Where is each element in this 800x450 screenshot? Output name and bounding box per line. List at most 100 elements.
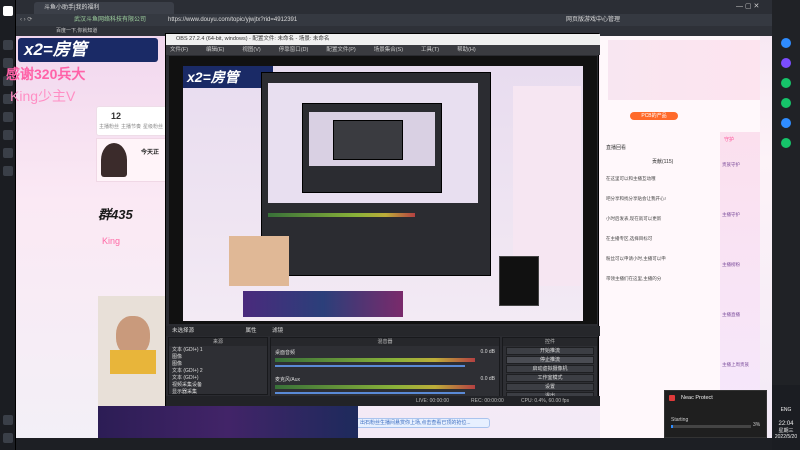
source-name: 文本 (GDI+) 2 — [172, 368, 203, 374]
rank-label[interactable]: 贵族守护 — [722, 162, 758, 168]
source-item[interactable]: 图像 — [172, 361, 264, 367]
source-item[interactable]: 显示器采集 — [172, 389, 264, 395]
volume-slider[interactable] — [275, 392, 465, 394]
chat-line: 带领主播们在这里,主播的分 — [606, 276, 662, 281]
no-source-label: 未选择源 — [172, 328, 195, 334]
tab-title: 斗鱼小助手|我的福利 — [44, 5, 100, 11]
filters-button[interactable]: 滤镜 — [272, 328, 283, 334]
desktop: 斗鱼小助手|我的福利 — ▢ ✕ ‹ › ⟳ 武汉斗鱼网络科技有限公司 http… — [0, 0, 800, 450]
stat-label: 主播粉丝 — [99, 124, 120, 130]
channel-name: 桌面音频 — [275, 350, 296, 356]
logo-icon[interactable] — [3, 6, 13, 16]
star-icon[interactable] — [3, 148, 13, 158]
notification-popup[interactable]: Neac Protect Starting 3% — [664, 390, 767, 438]
menu-item[interactable]: 编辑(E) — [206, 47, 224, 53]
volume-meter — [275, 385, 475, 389]
settings-button[interactable]: 设置 — [506, 383, 594, 391]
gift-icon[interactable] — [3, 112, 13, 122]
volume-slider[interactable] — [275, 365, 465, 367]
nested-meter — [268, 213, 478, 217]
source-item[interactable]: 文本 (GDI+) 1 — [172, 347, 264, 353]
tab-gifts[interactable]: 贡献(115) — [652, 158, 673, 165]
game-thumbnails[interactable] — [98, 406, 358, 438]
obs-preview[interactable]: x2=房管 — [169, 56, 597, 324]
rank-label[interactable]: 主播直播 — [722, 312, 758, 318]
video-thumb[interactable]: 今天正 — [96, 138, 168, 182]
mixer-header: 混音器 — [271, 338, 499, 346]
properties-button[interactable]: 属性 — [246, 328, 257, 334]
chat-list: 在这里可以和主播互动哦 吧分享和找分享贴会让我开心!,斗鱼在 小时后发表,现在就… — [606, 176, 666, 296]
start-stream-button[interactable]: 开始推流 — [506, 347, 594, 355]
source-item[interactable]: 图像 — [172, 354, 264, 360]
extension-label[interactable]: 网页版游戏中心管理 — [566, 15, 620, 25]
menu-item[interactable]: 视图(V) — [242, 47, 260, 53]
clock-date: 2022/5/20 — [774, 434, 798, 440]
chat-input-text: 出石粉丝生播间悬赏你上场,点击查看已顶的抢位... — [360, 420, 471, 426]
source-item[interactable]: 视频采集设备 — [172, 382, 264, 388]
tab-live[interactable]: 直播回看 — [606, 144, 626, 151]
preview-webcam — [229, 236, 289, 286]
chat-icon[interactable] — [781, 98, 791, 108]
menu-item[interactable]: 停靠窗口(D) — [279, 47, 309, 53]
rank-label[interactable]: 主播守护 — [722, 212, 758, 218]
address-bar[interactable]: ‹ › ⟳ 武汉斗鱼网络科技有限公司 https://www.douyu.com… — [16, 14, 772, 26]
lang-indicator[interactable]: ENG — [772, 407, 800, 413]
streamer-side-panel: x2=房管 感谢320兵大 King少主V 12 主播粉丝 主播节奏 星级粉丝 … — [6, 36, 168, 450]
overlay-name: King少主V — [10, 88, 76, 104]
volume-meter — [275, 358, 475, 362]
right-app-sidebar — [772, 0, 800, 385]
app-icon[interactable] — [781, 138, 791, 148]
mixer-channel: 麦克风/Aux 0.0 dB — [275, 376, 495, 398]
chat-line: 粉丝可以申请小时,主播可以申 — [606, 256, 666, 261]
preview-scene: x2=房管 — [183, 66, 583, 321]
menu-item[interactable]: 帮助(H) — [457, 47, 476, 53]
wechat-icon[interactable] — [781, 78, 791, 88]
system-tray[interactable]: ENG 22:04 星期三 2022/5/20 — [772, 385, 800, 450]
bookmark-item[interactable]: 百度一下,你就知道 — [56, 28, 97, 34]
banner-image — [608, 40, 760, 100]
source-name: 图像 — [172, 354, 183, 360]
url-text[interactable]: https://www.douyu.com/topic/yjwjtx?rid=4… — [168, 15, 297, 25]
menu-icon[interactable] — [3, 433, 13, 443]
channel-db: 0.0 dB — [480, 349, 495, 355]
studio-mode-button[interactable]: 工作室模式 — [506, 374, 594, 382]
guard-label: 守护 — [724, 137, 735, 143]
nested-obs-2 — [302, 103, 442, 193]
source-item[interactable]: 文本 (GDI+) 2 — [172, 368, 264, 374]
notice-percent: 3% — [753, 422, 761, 428]
stop-stream-button[interactable]: 停止推流 — [506, 356, 594, 364]
source-item[interactable]: 文本 (GDI+) — [172, 375, 264, 381]
mixer-dock: 混音器 桌面音频 0.0 dB 麦克风/Aux 0.0 dB — [270, 337, 500, 405]
channel-db: 0.0 dB — [480, 376, 495, 382]
browser-tab[interactable]: 斗鱼小助手|我的福利 — [34, 2, 174, 14]
preview-game-strip — [243, 291, 403, 317]
taskbar — [16, 438, 772, 450]
app-icon[interactable] — [781, 58, 791, 68]
webcam-thumb[interactable] — [98, 296, 168, 406]
rank-label[interactable]: 主播上周贵族 — [722, 362, 758, 368]
menu-item[interactable]: 场景集合(S) — [374, 47, 403, 53]
history-icon[interactable] — [3, 130, 13, 140]
card-label: King — [102, 236, 121, 246]
app-icon[interactable] — [781, 118, 791, 128]
shield-icon — [669, 395, 675, 401]
chat-input[interactable]: 出石粉丝生播间悬赏你上场,点击查看已顶的抢位... — [356, 418, 490, 428]
menu-item[interactable]: 文件(F) — [170, 47, 188, 53]
rank-label[interactable]: 主播榜粉 — [722, 262, 758, 268]
virtual-camera-button[interactable]: 启动虚拟摄像机 — [506, 365, 594, 373]
nav-arrows-icon[interactable]: ‹ › ⟳ — [20, 15, 32, 25]
menu-item[interactable]: 工具(T) — [421, 47, 439, 53]
add-icon[interactable] — [3, 415, 13, 425]
source-name: 图像 — [172, 361, 183, 367]
settings-icon[interactable] — [3, 166, 13, 176]
source-name: 显示器采集 — [172, 389, 198, 395]
obs-window[interactable]: OBS 27.2.4 (64-bit, windows) - 配置文件: 未命名… — [165, 33, 600, 406]
overlay-title: x2=房管 — [18, 38, 158, 62]
pcb-button[interactable]: PCB的产品 — [630, 112, 678, 120]
preview-overlay-title: x2=房管 — [183, 66, 273, 88]
home-icon[interactable] — [3, 40, 13, 50]
app-icon[interactable] — [781, 38, 791, 48]
source-name: 文本 (GDI+) 1 — [172, 347, 203, 353]
window-controls[interactable]: — ▢ ✕ — [736, 3, 770, 11]
menu-item[interactable]: 配置文件(P) — [326, 47, 355, 53]
